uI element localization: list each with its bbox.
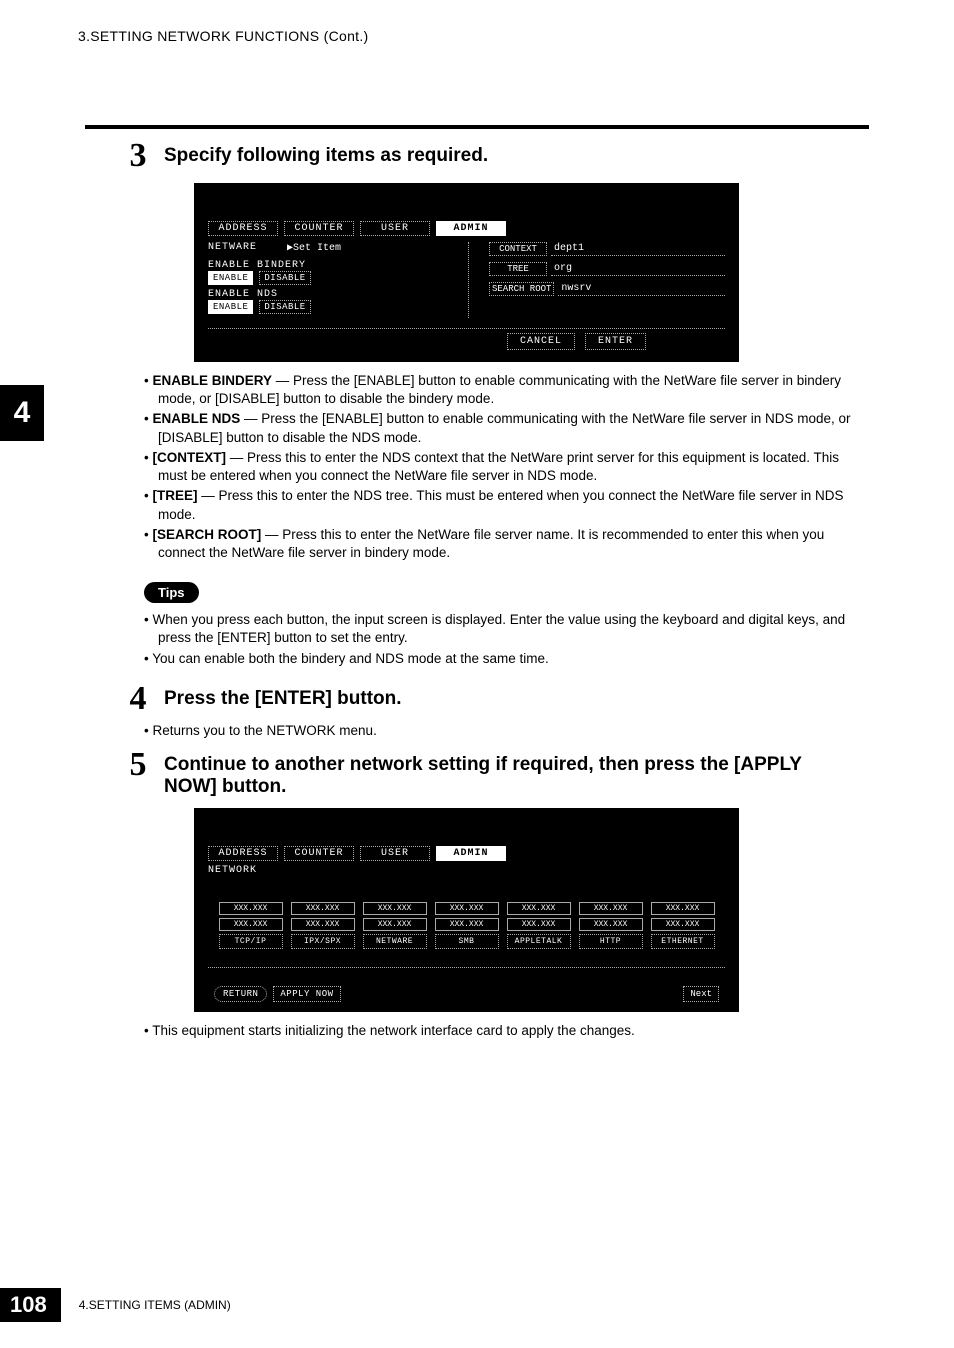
netware-label: NETWARE xyxy=(208,242,257,254)
tab-address[interactable]: ADDRESS xyxy=(208,846,278,861)
nds-disable-button[interactable]: DISABLE xyxy=(259,300,310,314)
step-3-number: 3 xyxy=(124,139,152,173)
page-number: 108 xyxy=(0,1288,61,1322)
step-3-bullets: ENABLE BINDERY — Press the [ENABLE] butt… xyxy=(144,372,869,562)
eth-val1: XXX.XXX xyxy=(651,902,715,915)
http-button[interactable]: HTTP xyxy=(579,934,643,949)
next-button[interactable]: Next xyxy=(683,986,719,1002)
tcpip-val1: XXX.XXX xyxy=(219,902,283,915)
return-button[interactable]: RETURN xyxy=(214,986,267,1002)
bindery-enable-button[interactable]: ENABLE xyxy=(208,271,253,285)
step-4-number: 4 xyxy=(124,682,152,716)
apply-now-button[interactable]: APPLY NOW xyxy=(273,986,340,1002)
context-button[interactable]: CONTEXT xyxy=(489,242,547,256)
section-rule xyxy=(85,125,869,129)
step-5-bullets: This equipment starts initializing the n… xyxy=(144,1022,869,1040)
step-3-title: Specify following items as required. xyxy=(164,145,488,167)
enter-button[interactable]: ENTER xyxy=(585,333,646,350)
step-5-title: Continue to another network setting if r… xyxy=(164,754,804,798)
network-menu-screenshot: ADDRESS COUNTER USER ADMIN NETWORK XXX.X… xyxy=(194,808,739,1012)
tree-value: org xyxy=(551,262,725,276)
enable-bindery-label: ENABLE BINDERY xyxy=(208,260,448,271)
smb-button[interactable]: SMB xyxy=(435,934,499,949)
tab-admin[interactable]: ADMIN xyxy=(436,221,506,236)
http-val1: XXX.XXX xyxy=(579,902,643,915)
tab-address[interactable]: ADDRESS xyxy=(208,221,278,236)
http-val2: XXX.XXX xyxy=(579,918,643,931)
step-4-bullets: Returns you to the NETWORK menu. xyxy=(144,722,869,740)
running-header: 3.SETTING NETWORK FUNCTIONS (Cont.) xyxy=(78,28,369,44)
ipx-val2: XXX.XXX xyxy=(291,918,355,931)
atk-val1: XXX.XXX xyxy=(507,902,571,915)
tab-user[interactable]: USER xyxy=(360,221,430,236)
smb-val1: XXX.XXX xyxy=(435,902,499,915)
set-item-pointer: ▶Set Item xyxy=(287,242,341,254)
netware-button[interactable]: NETWARE xyxy=(363,934,427,949)
nds-enable-button[interactable]: ENABLE xyxy=(208,300,253,314)
page-footer: 108 4.SETTING ITEMS (ADMIN) xyxy=(0,1288,231,1322)
ipx-val1: XXX.XXX xyxy=(291,902,355,915)
appletalk-button[interactable]: APPLETALK xyxy=(507,934,571,949)
ethernet-button[interactable]: ETHERNET xyxy=(651,934,715,949)
atk-val2: XXX.XXX xyxy=(507,918,571,931)
context-value: dept1 xyxy=(551,242,725,256)
cancel-button[interactable]: CANCEL xyxy=(507,333,575,350)
network-label: NETWORK xyxy=(208,865,725,876)
bindery-disable-button[interactable]: DISABLE xyxy=(259,271,310,285)
tab-counter[interactable]: COUNTER xyxy=(284,221,354,236)
tcpip-button[interactable]: TCP/IP xyxy=(219,934,283,949)
smb-val2: XXX.XXX xyxy=(435,918,499,931)
footer-label: 4.SETTING ITEMS (ADMIN) xyxy=(79,1298,231,1312)
nw-val1: XXX.XXX xyxy=(363,902,427,915)
step-5-number: 5 xyxy=(124,748,152,782)
enable-nds-label: ENABLE NDS xyxy=(208,289,448,300)
tab-counter[interactable]: COUNTER xyxy=(284,846,354,861)
tips-badge: Tips xyxy=(144,582,199,603)
step-4-title: Press the [ENTER] button. xyxy=(164,688,402,710)
eth-val2: XXX.XXX xyxy=(651,918,715,931)
netware-settings-screenshot: ADDRESS COUNTER USER ADMIN NETWARE ▶Set … xyxy=(194,183,739,362)
chapter-tab: 4 xyxy=(0,385,44,441)
search-root-button[interactable]: SEARCH ROOT xyxy=(489,282,554,296)
tab-admin[interactable]: ADMIN xyxy=(436,846,506,861)
nw-val2: XXX.XXX xyxy=(363,918,427,931)
tips-list: When you press each button, the input sc… xyxy=(144,611,869,668)
ipxspx-button[interactable]: IPX/SPX xyxy=(291,934,355,949)
search-root-value: nwsrv xyxy=(558,282,725,296)
tcpip-val2: XXX.XXX xyxy=(219,918,283,931)
tree-button[interactable]: TREE xyxy=(489,262,547,276)
tab-user[interactable]: USER xyxy=(360,846,430,861)
